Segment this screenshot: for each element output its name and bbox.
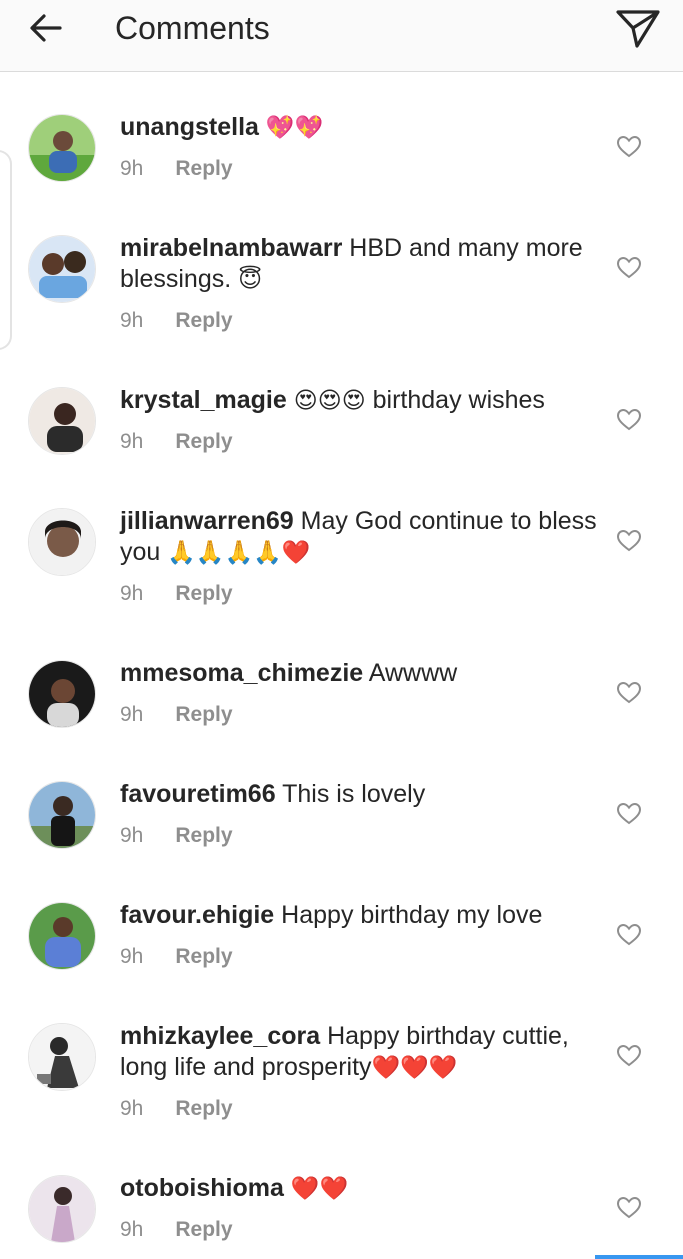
comment-item: favouretim66 This is lovely 9h Reply: [0, 739, 683, 860]
comment-item: favour.ehigie Happy birthday my love 9h R…: [0, 860, 683, 981]
comment-emoji: ❤️❤️: [290, 1176, 349, 1202]
comment-timestamp: 9h: [120, 1097, 144, 1120]
avatar[interactable]: [28, 387, 96, 455]
comment-text: Awwww: [368, 659, 458, 687]
avatar[interactable]: [28, 902, 96, 970]
comment-item: mhizkaylee_cora Happy birthday cuttie, l…: [0, 981, 683, 1133]
comment-text: This is lovely: [282, 780, 426, 808]
top-bar: Comments: [0, 0, 683, 72]
comment-item: otoboishioma ❤️❤️ 9h Reply: [0, 1133, 683, 1254]
comment-username[interactable]: mhizkaylee_cora: [120, 1022, 320, 1050]
comment-username[interactable]: mmesoma_chimezie: [120, 659, 363, 687]
comment-username[interactable]: mirabelnambawarr: [120, 234, 342, 262]
avatar[interactable]: [28, 1023, 96, 1091]
comment-list: unangstella 💖💖 9h Reply mirabelnambawarr …: [0, 72, 683, 1254]
heart-icon[interactable]: [617, 803, 641, 825]
comment-text: Happy birthday my love: [281, 901, 543, 929]
heart-icon[interactable]: [617, 1197, 641, 1219]
heart-icon[interactable]: [617, 1045, 641, 1067]
comment-item: jillianwarren69 May God continue to bles…: [0, 466, 683, 618]
comment-text: birthday wishes: [372, 386, 545, 414]
comment-timestamp: 9h: [120, 945, 144, 968]
heart-icon[interactable]: [617, 530, 641, 552]
heart-icon[interactable]: [617, 924, 641, 946]
share-button[interactable]: [608, 4, 664, 52]
reply-button[interactable]: Reply: [175, 703, 232, 726]
reply-button[interactable]: Reply: [175, 945, 232, 968]
reply-button[interactable]: Reply: [175, 309, 232, 332]
reply-button[interactable]: Reply: [175, 430, 232, 453]
avatar[interactable]: [28, 235, 96, 303]
comment-item: unangstella 💖💖 9h Reply: [0, 72, 683, 193]
page-title: Comments: [115, 10, 270, 46]
reply-button[interactable]: Reply: [175, 157, 232, 180]
comment-timestamp: 9h: [120, 824, 144, 847]
comment-username[interactable]: otoboishioma: [120, 1174, 284, 1202]
comment-emoji: ❤️❤️❤️: [371, 1055, 458, 1081]
comment-emoji: 🙏🙏🙏🙏❤️: [167, 540, 311, 566]
avatar[interactable]: [28, 660, 96, 728]
comment-timestamp: 9h: [120, 703, 144, 726]
comment-emoji: 😇: [238, 267, 263, 293]
comment-timestamp: 9h: [120, 1218, 144, 1241]
comment-emoji: 😍😍😍: [293, 388, 366, 414]
heart-icon[interactable]: [617, 409, 641, 431]
comment-username[interactable]: favouretim66: [120, 780, 276, 808]
arrow-left-icon: [30, 14, 62, 42]
comment-username[interactable]: jillianwarren69: [120, 507, 294, 535]
reply-button[interactable]: Reply: [175, 1097, 232, 1120]
comment-item: mmesoma_chimezie Awwww 9h Reply: [0, 618, 683, 739]
heart-icon[interactable]: [617, 682, 641, 704]
reply-button[interactable]: Reply: [175, 1218, 232, 1241]
reply-button[interactable]: Reply: [175, 824, 232, 847]
comment-emoji: 💖💖: [265, 115, 324, 141]
comment-item: mirabelnambawarr HBD and many more bless…: [0, 193, 683, 345]
reply-button[interactable]: Reply: [175, 582, 232, 605]
avatar[interactable]: [28, 781, 96, 849]
heart-icon[interactable]: [617, 136, 641, 158]
direct-send-icon: [616, 10, 660, 48]
heart-icon[interactable]: [617, 257, 641, 279]
comment-username[interactable]: favour.ehigie: [120, 901, 274, 929]
comment-timestamp: 9h: [120, 582, 144, 605]
comment-item: krystal_magie 😍😍😍 birthday wishes 9h Repl…: [0, 345, 683, 466]
comment-timestamp: 9h: [120, 430, 144, 453]
scroll-indicator: [595, 1255, 683, 1259]
comment-username[interactable]: unangstella: [120, 113, 259, 141]
avatar[interactable]: [28, 508, 96, 576]
avatar[interactable]: [28, 1175, 96, 1243]
back-button[interactable]: [24, 8, 70, 54]
avatar[interactable]: [28, 114, 96, 182]
comment-timestamp: 9h: [120, 309, 144, 332]
comment-username[interactable]: krystal_magie: [120, 386, 287, 414]
comment-timestamp: 9h: [120, 157, 144, 180]
